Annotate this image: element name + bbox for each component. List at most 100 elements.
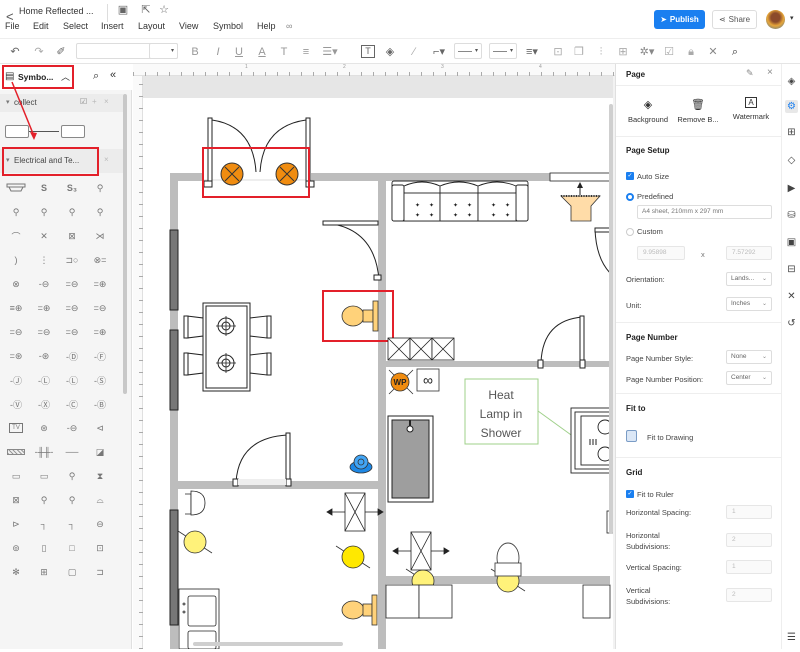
symbol-wh[interactable]: -⊖ [60, 418, 84, 438]
line-weight-icon[interactable]: ≡▾ [524, 44, 540, 60]
search-icon[interactable]: ⌕ [728, 44, 742, 60]
symbol-outlet-lps[interactable]: -Ⓛ [60, 370, 84, 390]
symbol-outlet-l[interactable]: -Ⓛ [32, 370, 56, 390]
fit-icon[interactable]: ✕ [785, 290, 798, 303]
page-number-style-select[interactable]: None ⌄ [726, 350, 772, 364]
symbol-door[interactable]: ▯ [32, 538, 56, 558]
watermark-button[interactable]: A Watermark [726, 97, 776, 128]
canvas-area[interactable]: 1 2 3 4 ✦ ✦ ✦ ✦ ✦ ✦ ✦ ✦ ✦ ✦ ✦ ✦ WP ∞ Hea… [133, 64, 615, 650]
symbol-faucet[interactable]: ⌒ [4, 226, 28, 246]
symbol-wave[interactable]: ) [4, 250, 28, 270]
unit-select[interactable]: Inches ⌄ [726, 297, 772, 311]
symbol-outlet-b2[interactable]: -Ⓑ [88, 394, 112, 414]
paper-size-select[interactable]: A4 sheet, 210mm x 297 mm [637, 205, 772, 219]
symbol-outlet-f[interactable]: -Ⓕ [88, 346, 112, 366]
symbol-switch-key[interactable]: ⚲ [88, 178, 112, 198]
symbol-tv[interactable]: TV [4, 418, 28, 438]
symbol-switch[interactable]: S [32, 178, 56, 198]
symbol-bus[interactable]: ⋮ [32, 250, 56, 270]
line-color-icon[interactable]: ∕ [407, 44, 421, 60]
line-style-select[interactable]: ▾ [454, 43, 482, 59]
symbol-switch-a[interactable]: ⚲ [4, 202, 28, 222]
history-icon[interactable]: ↺ [785, 317, 798, 330]
symbol-outlet-duplex[interactable]: =⊖ [60, 274, 84, 294]
symbol-feed2[interactable]: ┐ [60, 514, 84, 534]
menu-help[interactable]: Help [257, 21, 276, 31]
symbol-outlet-v[interactable]: -Ⓥ [4, 394, 28, 414]
fit-to-ruler-checkbox[interactable]: ✓ [626, 490, 634, 498]
symbol-switch-b[interactable]: ⚲ [32, 202, 56, 222]
line-spacing-icon[interactable]: ☰▾ [321, 44, 339, 60]
group-icon[interactable]: ❐ [572, 44, 586, 60]
h-spacing-input[interactable]: 1 [726, 505, 772, 519]
symbol-outlet-d[interactable]: =⊕ [88, 322, 112, 342]
menu-edit[interactable]: Edit [33, 21, 49, 31]
style-icon[interactable]: ◈ [785, 75, 798, 88]
background-button[interactable]: ◈ Background [624, 98, 672, 128]
symbol-outlet-c[interactable]: =⊖ [60, 322, 84, 342]
symbol-infinity[interactable]: ⊡ [88, 538, 112, 558]
symbol-feed[interactable]: ┐ [32, 514, 56, 534]
menu-select[interactable]: Select [63, 21, 88, 31]
symbol-chime[interactable]: ⊲ [88, 418, 112, 438]
fit-to-drawing-button[interactable]: Fit to Drawing [647, 433, 693, 442]
symbol-hourglass[interactable]: ⧗ [88, 466, 112, 486]
symbol-switch-3way[interactable]: S₃ [60, 178, 84, 198]
symbol-fan-ef[interactable]: ⊛ [32, 418, 56, 438]
symbol-panel-wide[interactable]: ▭ [4, 466, 28, 486]
v-subdiv-input[interactable]: 2 [726, 588, 772, 602]
symbol-grid-box[interactable]: ⊞ [32, 562, 56, 582]
symbol-outlet-x[interactable]: -Ⓧ [32, 394, 56, 414]
symbol-outlet-quad[interactable]: =⊕ [88, 274, 112, 294]
pin-icon[interactable]: ✎ [746, 68, 754, 79]
magic-icon[interactable]: ✲▾ [638, 44, 656, 60]
undo-icon[interactable]: ↶ [8, 44, 22, 60]
redo-icon[interactable]: ↷ [32, 44, 46, 60]
document-title[interactable]: Home Reflected ... [19, 6, 94, 16]
presentation-icon[interactable]: ▶ [785, 182, 798, 195]
symbol-switch-pole[interactable]: ⚲ [32, 490, 56, 510]
v-spacing-input[interactable]: 1 [726, 560, 772, 574]
font-size-select[interactable]: ▾ [149, 43, 178, 59]
bold-button[interactable]: B [188, 44, 202, 60]
symbol-cross-bar[interactable]: ⋊ [88, 226, 112, 246]
symbol-outlet-r[interactable]: =⊖ [60, 298, 84, 318]
components-icon[interactable]: ⊞ [785, 126, 798, 139]
symbol-transformer[interactable]: ⊠ [4, 490, 28, 510]
symbol-outlet-wp[interactable]: =⊖ [4, 322, 28, 342]
edit-shape-icon[interactable]: ☑ [662, 44, 676, 60]
star-icon[interactable]: ☆ [157, 3, 171, 17]
align-objects-icon[interactable]: ⫶ [594, 44, 608, 60]
symbol-speaker[interactable]: ⊗= [88, 250, 112, 270]
symbol-plug[interactable]: ⊐ [88, 562, 112, 582]
menu-insert[interactable]: Insert [101, 21, 124, 31]
connector-icon[interactable]: ⌐▾ [430, 44, 448, 60]
underline-button[interactable]: U [232, 44, 246, 60]
symbol-outlet-tri[interactable]: =⊛ [4, 346, 28, 366]
save-icon[interactable]: ▣ [116, 3, 130, 17]
fit-to-drawing-icon[interactable] [626, 430, 637, 442]
symbol-panel[interactable]: ◪ [88, 442, 112, 462]
custom-radio[interactable] [626, 228, 634, 236]
symbol-outlet-c2[interactable]: -Ⓒ [60, 394, 84, 414]
symbol-antenna[interactable]: ⊳ [4, 514, 28, 534]
italic-button[interactable]: I [211, 44, 225, 60]
align-icon[interactable]: ≡ [299, 44, 313, 60]
size-icon[interactable]: ⊞ [616, 44, 630, 60]
symbol-detector[interactable]: ⊖ [88, 514, 112, 534]
layers-icon[interactable]: ◇ [785, 154, 798, 167]
panel-scrollbar[interactable] [123, 94, 127, 394]
close-icon[interactable]: × [104, 155, 109, 164]
symbol-heater[interactable] [4, 442, 28, 462]
symbol-panel-small[interactable]: ▭ [32, 466, 56, 486]
fill-icon[interactable]: ◈ [383, 44, 397, 60]
custom-width-input[interactable]: 9.95898 [637, 246, 685, 260]
menu-layout[interactable]: Layout [138, 21, 165, 31]
symbol-square[interactable]: □ [60, 538, 84, 558]
format-painter-icon[interactable]: ✐ [54, 44, 68, 60]
symbol-lamp-x[interactable]: ⊗ [4, 274, 28, 294]
symbol-lamp-wall[interactable]: ⊐○ [60, 250, 84, 270]
symbol-motion[interactable]: ⚲ [60, 466, 84, 486]
text-box-icon[interactable]: T [361, 45, 375, 58]
page-settings-icon[interactable]: ⚙ [785, 100, 798, 113]
